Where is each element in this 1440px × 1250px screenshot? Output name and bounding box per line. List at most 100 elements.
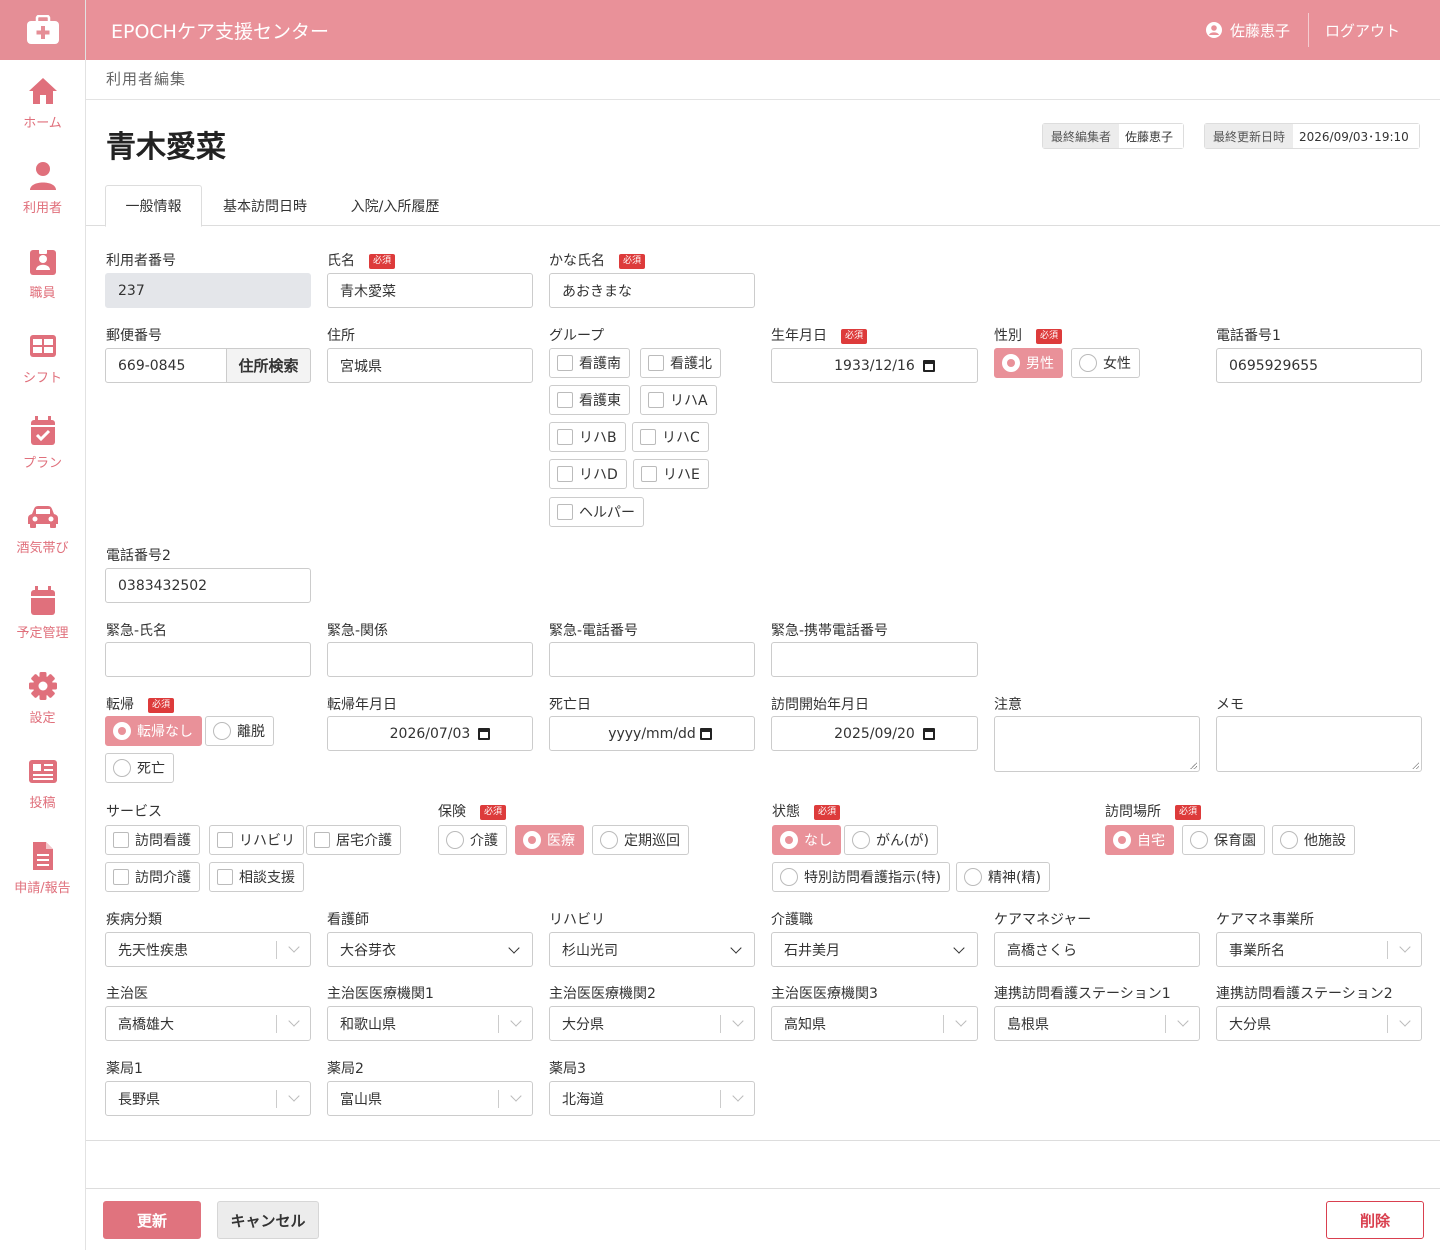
group-checkbox[interactable]: ヘルパー <box>549 497 644 527</box>
service-checkbox[interactable]: 相談支援 <box>209 862 304 892</box>
address-search-button[interactable]: 住所検索 <box>226 348 311 383</box>
disease-select[interactable]: 先天性疾患 <box>105 932 311 967</box>
place-radio-home[interactable]: 自宅 <box>1105 825 1174 855</box>
required-badge: 必須 <box>619 254 646 269</box>
doctor-select[interactable]: 高橋雄大 <box>105 1006 311 1041</box>
service-checkbox[interactable]: 訪問介護 <box>105 862 200 892</box>
service-checkbox[interactable]: リハビリ <box>209 825 304 855</box>
hospital3-select[interactable]: 高知県 <box>771 1006 978 1041</box>
divider <box>276 1090 277 1108</box>
app-logo[interactable] <box>0 0 85 60</box>
grid-icon <box>29 335 56 357</box>
outcome-radio-withdrawal[interactable]: 離脱 <box>205 716 274 746</box>
address-field[interactable]: 宮城県 <box>327 348 533 383</box>
sidebar-item-label: 酒気帯び <box>16 541 69 556</box>
place-radio-nursery[interactable]: 保育園 <box>1182 825 1265 855</box>
place-option-label: 自宅 <box>1137 833 1165 849</box>
sidebar-item-users[interactable]: 利用者 <box>0 145 85 230</box>
gender-radio-female[interactable]: 女性 <box>1071 348 1140 378</box>
caution-textarea[interactable] <box>994 716 1200 772</box>
phone1-field[interactable]: 0695929655 <box>1216 348 1422 383</box>
tab-general[interactable]: 一般情報 <box>105 185 202 227</box>
place-label: 訪問場所 必須 <box>1105 801 1202 821</box>
status-radio-mental[interactable]: 精神(精) <box>956 862 1050 892</box>
birth-date-field[interactable]: 1933/12/16 <box>771 348 978 383</box>
checkbox-box <box>217 832 233 848</box>
delete-button[interactable]: 削除 <box>1326 1201 1424 1239</box>
group-checkbox[interactable]: リハE <box>633 459 709 489</box>
group-checkbox[interactable]: リハC <box>632 422 709 452</box>
status-radio-none[interactable]: なし <box>772 825 841 855</box>
tab-admission-history[interactable]: 入院/入所履歴 <box>336 185 454 226</box>
calendar-picker-icon[interactable] <box>923 360 935 372</box>
pharmacy2-label: 薬局2 <box>327 1061 364 1077</box>
insurance-radio-periodic[interactable]: 定期巡回 <box>592 825 689 855</box>
insurance-radio-care[interactable]: 介護 <box>438 825 507 855</box>
emergency-relation-field[interactable] <box>327 642 533 677</box>
sidebar-item-home[interactable]: ホーム <box>0 60 85 145</box>
group-checkbox[interactable]: リハB <box>549 422 626 452</box>
calendar-picker-icon[interactable] <box>478 728 490 740</box>
insurance-label: 保険 必須 <box>438 801 507 821</box>
memo-textarea[interactable] <box>1216 716 1422 772</box>
group-checkbox[interactable]: リハD <box>549 459 627 489</box>
group-checkbox[interactable]: 看護南 <box>549 348 630 378</box>
service-option-label: 訪問介護 <box>135 870 191 886</box>
nurse-select[interactable]: 大谷芽衣 <box>327 932 533 967</box>
name-field[interactable]: 青木愛菜 <box>327 273 533 308</box>
radio-dot <box>1113 831 1131 849</box>
emergency-mobile-field[interactable] <box>771 642 978 677</box>
calendar-picker-icon[interactable] <box>700 728 712 740</box>
sidebar-item-posts[interactable]: 投稿 <box>0 740 85 825</box>
postal-field[interactable]: 669-0845 <box>105 348 227 383</box>
group-checkbox[interactable]: リハA <box>640 385 717 415</box>
service-checkbox[interactable]: 居宅介護 <box>306 825 401 855</box>
user-name[interactable]: 佐藤恵子 <box>1230 20 1290 41</box>
gender-radio-male[interactable]: 男性 <box>994 348 1063 378</box>
sidebar-item-settings[interactable]: 設定 <box>0 655 85 740</box>
group-checkbox[interactable]: 看護北 <box>640 348 721 378</box>
logout-link[interactable]: ログアウト <box>1325 20 1400 41</box>
emergency-name-field[interactable] <box>105 642 311 677</box>
emergency-phone-field[interactable] <box>549 642 755 677</box>
tab-visit-schedule[interactable]: 基本訪問日時 <box>210 185 320 226</box>
pharmacy1-select[interactable]: 長野県 <box>105 1081 311 1116</box>
group-checkbox[interactable]: 看護東 <box>549 385 630 415</box>
sidebar-item-plan[interactable]: プラン <box>0 400 85 485</box>
caregiver-select[interactable]: 石井美月 <box>771 932 978 967</box>
insurance-radio-medical[interactable]: 医療 <box>515 825 584 855</box>
outcome-radio-none[interactable]: 転帰なし <box>105 716 202 746</box>
phone2-field[interactable]: 0383432502 <box>105 568 311 603</box>
kana-field[interactable]: あおきまな <box>549 273 755 308</box>
gender-option-label: 女性 <box>1103 356 1131 372</box>
pharmacy3-select[interactable]: 北海道 <box>549 1081 755 1116</box>
group-option-label: 看護南 <box>579 356 621 372</box>
sidebar-item-reports[interactable]: 申請/報告 <box>0 825 85 910</box>
cancel-button[interactable]: キャンセル <box>217 1201 319 1239</box>
sidebar-item-shift[interactable]: シフト <box>0 315 85 400</box>
hospital2-select[interactable]: 大分県 <box>549 1006 755 1041</box>
sidebar-item-schedule[interactable]: 予定管理 <box>0 570 85 655</box>
care-office-select[interactable]: 事業所名 <box>1216 932 1422 967</box>
rehab-select[interactable]: 杉山光司 <box>549 932 755 967</box>
hospital1-select[interactable]: 和歌山県 <box>327 1006 533 1041</box>
pharmacy1-label: 薬局1 <box>106 1061 143 1077</box>
status-radio-special[interactable]: 特別訪問看護指示(特) <box>772 862 950 892</box>
outcome-radio-death[interactable]: 死亡 <box>105 753 174 783</box>
update-button[interactable]: 更新 <box>103 1201 201 1239</box>
station2-select[interactable]: 大分県 <box>1216 1006 1422 1041</box>
care-manager-field[interactable]: 高橋さくら <box>994 932 1200 967</box>
visit-start-date-field[interactable]: 2025/09/20 <box>771 716 978 751</box>
pharmacy2-select[interactable]: 富山県 <box>327 1081 533 1116</box>
sidebar-item-staff[interactable]: 職員 <box>0 230 85 315</box>
sidebar-item-alcohol[interactable]: 酒気帯び <box>0 485 85 570</box>
outcome-date-field[interactable]: 2026/07/03 <box>327 716 533 751</box>
death-date-field[interactable]: yyyy/mm/dd <box>549 716 755 751</box>
service-checkbox[interactable]: 訪問看護 <box>105 825 200 855</box>
nurse-label: 看護師 <box>327 912 369 928</box>
calendar-picker-icon[interactable] <box>923 728 935 740</box>
station1-select[interactable]: 島根県 <box>994 1006 1200 1041</box>
birth-label: 生年月日 必須 <box>771 325 868 345</box>
status-radio-cancer[interactable]: がん(が) <box>844 825 938 855</box>
place-radio-other[interactable]: 他施設 <box>1272 825 1355 855</box>
